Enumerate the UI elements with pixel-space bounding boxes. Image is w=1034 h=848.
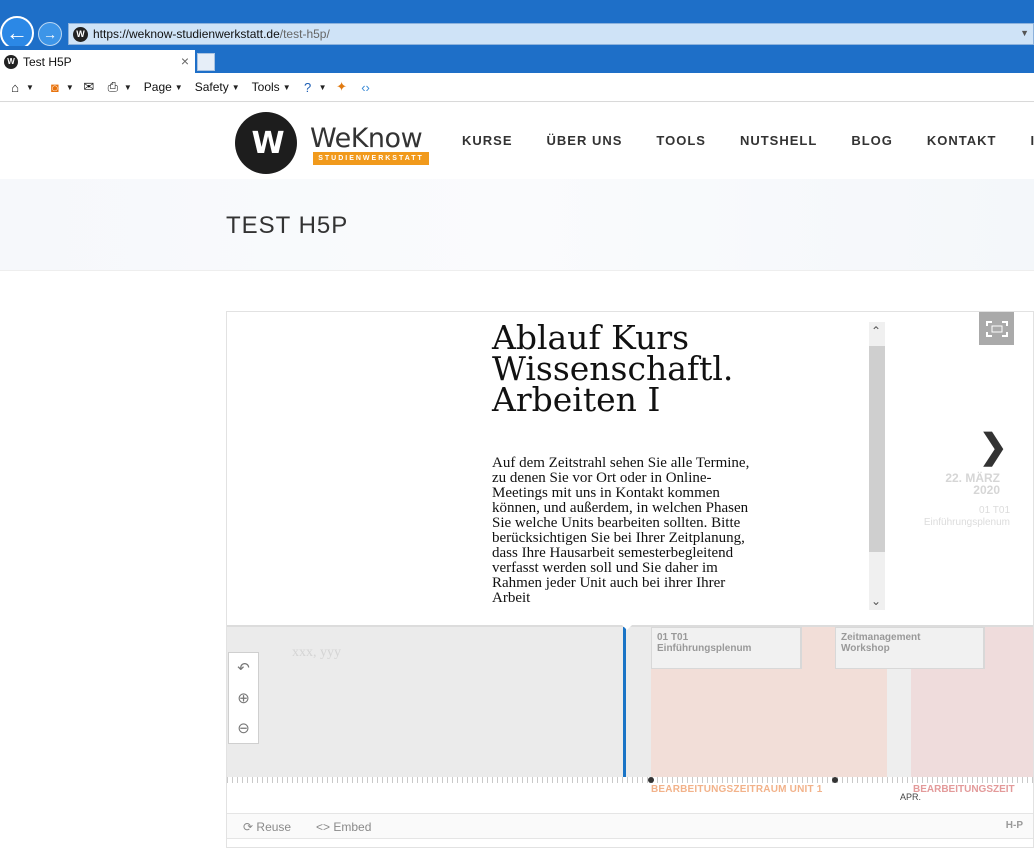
site-favicon-icon: W	[73, 26, 88, 42]
era-label: BEARBEITUNGSZEITRAUM UNIT 1	[651, 784, 823, 795]
next-slide-chevron-icon[interactable]: ❯	[979, 427, 1008, 467]
ruler-ticks	[227, 777, 1033, 783]
tab-bar: W Test H5P ×	[0, 46, 1034, 73]
page-menu[interactable]: Page ▼	[144, 80, 183, 94]
chevron-down-icon[interactable]: ▼	[66, 83, 74, 92]
scrollbar-thumb[interactable]	[869, 346, 885, 552]
era-label: BEARBEITUNGSZEIT	[913, 784, 1015, 795]
timeline-event[interactable]: 01 T01 Einführungsplenum	[651, 627, 802, 669]
timeline-slide: Ablauf Kurs Wissenschaftl. Arbeiten I Au…	[227, 312, 1033, 625]
home-icon[interactable]: ⌂	[6, 78, 24, 96]
embed-button[interactable]: <> Embed	[316, 820, 371, 834]
mail-icon[interactable]: ✉	[80, 78, 98, 96]
logo-wordmark[interactable]: WeKnow	[310, 123, 423, 154]
nav-item-tools[interactable]: TOOLS	[656, 133, 706, 148]
slide-text: Auf dem Zeitstrahl sehen Sie alle Termin…	[492, 456, 750, 606]
nav-item-kontakt[interactable]: KONTAKT	[927, 133, 997, 148]
nav-item-blog[interactable]: BLOG	[851, 133, 893, 148]
print-icon[interactable]: ⎙	[104, 78, 122, 96]
back-button[interactable]: ←	[0, 16, 34, 50]
new-tab-button[interactable]	[197, 53, 215, 71]
title-band: TEST H5P	[0, 179, 1034, 271]
tools-menu[interactable]: Tools ▼	[252, 80, 291, 94]
arrow-left-icon: ←	[6, 20, 28, 45]
month-label: APR.	[900, 792, 922, 802]
current-position-line	[623, 627, 626, 779]
main-navigation: KURSE ÜBER UNS TOOLS NUTSHELL BLOG KONTA…	[462, 133, 1034, 148]
chevron-down-icon[interactable]: ▼	[124, 83, 132, 92]
tab-title: Test H5P	[23, 54, 72, 69]
research-icon[interactable]: ✦	[333, 78, 351, 96]
reuse-icon: ⟳	[243, 820, 254, 834]
nav-item-kurse[interactable]: KURSE	[462, 133, 513, 148]
fullscreen-icon	[985, 320, 1008, 337]
url-field[interactable]: W https://weknow-studienwerkstatt.de/tes…	[68, 23, 1034, 45]
embed-icon: <>	[316, 820, 331, 834]
weknow-logo-icon[interactable]: W	[235, 112, 297, 174]
timeline-ruler: BEARBEITUNGSZEITRAUM UNIT 1 BEARBEITUNGS…	[227, 777, 1033, 813]
timeline-event[interactable]: Zeitmanagement Workshop	[835, 627, 985, 669]
command-bar: ⌂ ▼ ◙ ▼ ✉ ⎙ ▼ Page ▼ Safety ▼ Tools ▼ ? ▼ ✦ ‹›	[0, 73, 1034, 102]
page-title: TEST H5P	[226, 212, 349, 239]
zoom-controls: ↶ ⊕ ⊖	[228, 652, 259, 744]
rss-feed-icon[interactable]: ◙	[46, 78, 64, 96]
slide-pointer	[619, 622, 635, 630]
slide-title: Ablauf Kurs Wissenschaftl. Arbeiten I	[492, 318, 734, 419]
fullscreen-button[interactable]	[979, 312, 1014, 345]
zoom-in-icon[interactable]: ⊕	[237, 689, 250, 707]
chevron-down-icon: ▼	[231, 82, 240, 92]
chevron-down-icon[interactable]: ⌄	[871, 594, 881, 608]
dev-tools-icon[interactable]: ‹›	[357, 78, 375, 96]
nav-item-more[interactable]: IM	[1030, 133, 1034, 148]
chevron-down-icon: ▼	[174, 82, 183, 92]
next-slide-label[interactable]: 01 T01 Einführungsplenum	[907, 505, 1010, 529]
event-marker[interactable]	[832, 777, 838, 783]
h5p-timeline: Ablauf Kurs Wissenschaftl. Arbeiten I Au…	[226, 311, 1034, 848]
url-path: /test-h5p/	[279, 27, 330, 41]
tab-favicon-icon: W	[4, 54, 18, 69]
timeline-navigation[interactable]: xxx, yyy 01 T01 Einführungsplenum Zeitma…	[227, 625, 1033, 779]
chevron-down-icon[interactable]: ▼	[319, 83, 327, 92]
nav-item-nutshell[interactable]: NUTSHELL	[740, 133, 817, 148]
nav-item-ueber-uns[interactable]: ÜBER UNS	[547, 133, 623, 148]
safety-menu[interactable]: Safety ▼	[195, 80, 240, 94]
slide-scrollbar[interactable]: ⌃ ⌄	[869, 322, 885, 610]
arrow-right-icon: →	[43, 26, 57, 42]
logo-subtitle: STUDIENWERKSTATT	[313, 152, 429, 165]
reuse-button[interactable]: ⟳ Reuse	[243, 820, 291, 834]
chevron-up-icon[interactable]: ⌃	[871, 324, 881, 338]
event-marker[interactable]	[648, 777, 654, 783]
next-slide-date[interactable]: 22. MÄRZ 2020	[907, 472, 1000, 496]
h5p-logo[interactable]: H-P	[1006, 820, 1023, 831]
url-dropdown-icon[interactable]: ▼	[1020, 28, 1029, 38]
back-to-start-icon[interactable]: ↶	[237, 659, 250, 677]
help-icon[interactable]: ?	[299, 78, 317, 96]
forward-button[interactable]: →	[38, 22, 62, 46]
zoom-out-icon[interactable]: ⊖	[237, 719, 250, 737]
url-host: https://weknow-studienwerkstatt.de	[93, 27, 280, 41]
chevron-down-icon[interactable]: ▼	[26, 83, 34, 92]
close-tab-icon[interactable]: ×	[181, 53, 189, 69]
chevron-down-icon: ▼	[282, 82, 291, 92]
h5p-action-bar: ⟳ Reuse <> Embed H-P	[227, 813, 1033, 839]
timeline-hint: xxx, yyy	[292, 645, 341, 660]
browser-tab[interactable]: W Test H5P ×	[0, 50, 195, 73]
browser-address-bar: ← → W https://weknow-studienwerkstatt.de…	[0, 0, 1034, 50]
site-header: W WeKnow STUDIENWERKSTATT KURSE ÜBER UNS…	[0, 103, 1034, 179]
